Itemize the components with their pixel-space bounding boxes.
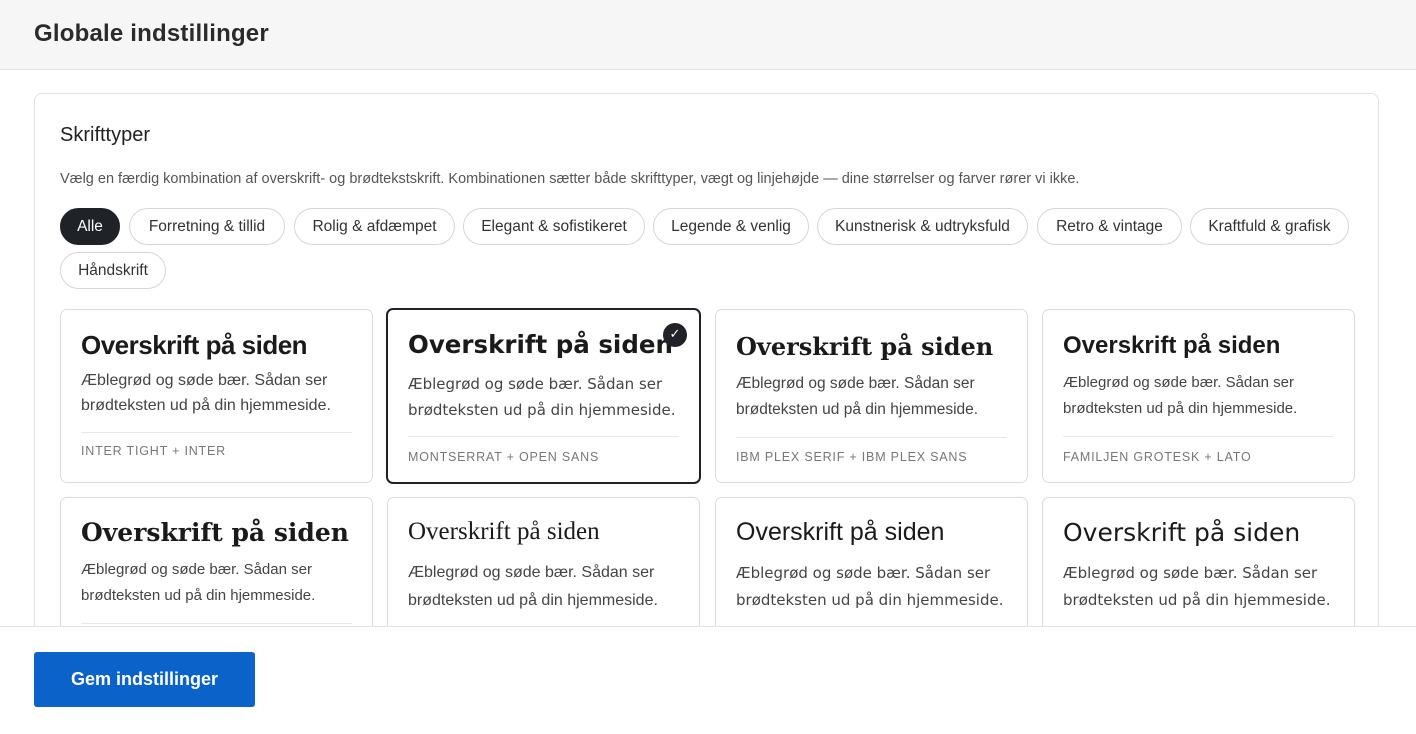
font-card-cormorant[interactable]: Overskrift på siden Æblegrød og søde bær…: [387, 497, 700, 626]
selected-check-icon: ✓: [663, 323, 687, 347]
filter-chip-alle[interactable]: Alle: [60, 208, 120, 245]
page-title: Globale indstillinger: [34, 20, 269, 47]
page-header: Globale indstillinger: [0, 0, 1416, 70]
card-font-label: MONTSERRAT + OPEN SANS: [408, 450, 600, 464]
card-heading: Overskrift på siden: [1063, 332, 1281, 359]
card-heading: Overskrift på siden: [1063, 518, 1301, 547]
card-body-text: Æblegrød og søde bær. Sådan ser brødteks…: [408, 375, 676, 419]
card-body-text: Æblegrød og søde bær. Sådan ser brødteks…: [736, 375, 979, 418]
font-card-josefin[interactable]: Overskrift på siden Æblegrød og søde bær…: [715, 497, 1028, 626]
font-card-inter-tight[interactable]: Overskrift på siden Æblegrød og søde bær…: [60, 309, 373, 483]
filter-chip-forretning[interactable]: Forretning & tillid: [129, 208, 285, 245]
filter-chip-retro[interactable]: Retro & vintage: [1037, 208, 1182, 245]
card-heading: Overskrift på siden: [81, 330, 308, 360]
card-divider: [81, 623, 352, 624]
card-body-text: Æblegrød og søde bær. Sådan ser brødteks…: [1063, 564, 1331, 609]
card-body-text: Æblegrød og søde bær. Sådan ser brødteks…: [736, 564, 1004, 609]
card-divider: [81, 432, 352, 433]
card-body-text: Æblegrød og søde bær. Sådan ser brødteks…: [408, 564, 658, 609]
card-heading: Overskrift på siden: [81, 518, 349, 547]
card-divider: [736, 437, 1007, 438]
footer-bar: Gem indstillinger: [0, 626, 1416, 734]
font-card-montserrat[interactable]: Overskrift på siden Æblegrød og søde bær…: [386, 308, 701, 484]
section-description: Vælg en færdig kombination af overskrift…: [60, 171, 1080, 187]
main-content: Skrifttyper Vælg en færdig kombination a…: [0, 70, 1416, 626]
card-heading: Overskrift på siden: [736, 332, 994, 361]
font-card-playfair[interactable]: Overskrift på siden Æblegrød og søde bær…: [60, 497, 373, 626]
card-heading: Overskrift på siden: [408, 518, 600, 545]
filter-chip-rolig[interactable]: Rolig & afdæmpet: [294, 208, 455, 245]
filter-chip-kraftfuld[interactable]: Kraftfuld & grafisk: [1190, 208, 1349, 245]
save-settings-button[interactable]: Gem indstillinger: [34, 652, 255, 707]
card-font-label: IBM PLEX SERIF + IBM PLEX SANS: [736, 450, 968, 464]
card-heading: Overskrift på siden: [736, 518, 945, 546]
card-divider: [408, 436, 679, 437]
filter-chip-legende[interactable]: Legende & venlig: [653, 208, 809, 245]
card-divider: [1063, 436, 1334, 437]
card-font-label: FAMILJEN GROTESK + LATO: [1063, 450, 1252, 464]
font-card-familjen-grotesk[interactable]: Overskrift på siden Æblegrød og søde bær…: [1042, 309, 1355, 483]
fonts-panel: Skrifttyper Vælg en færdig kombination a…: [34, 93, 1379, 626]
card-font-label: INTER TIGHT + INTER: [81, 444, 226, 458]
filter-chip-haandskrift[interactable]: Håndskrift: [60, 252, 166, 289]
font-card-ibm-plex[interactable]: Overskrift på siden Æblegrød og søde bær…: [715, 309, 1028, 483]
font-card-quicksand[interactable]: Overskrift på siden Æblegrød og søde bær…: [1042, 497, 1355, 626]
card-body-text: Æblegrød og søde bær. Sådan ser brødteks…: [81, 372, 331, 414]
card-body-text: Æblegrød og søde bær. Sådan ser brødteks…: [81, 561, 316, 604]
filter-chip-elegant[interactable]: Elegant & sofistikeret: [463, 208, 645, 245]
section-title: Skrifttyper: [60, 124, 151, 146]
filter-chip-kunstnerisk[interactable]: Kunstnerisk & udtryksfuld: [817, 208, 1028, 245]
card-body-text: Æblegrød og søde bær. Sådan ser brødteks…: [1063, 374, 1298, 417]
card-heading: Overskrift på siden: [408, 330, 673, 359]
